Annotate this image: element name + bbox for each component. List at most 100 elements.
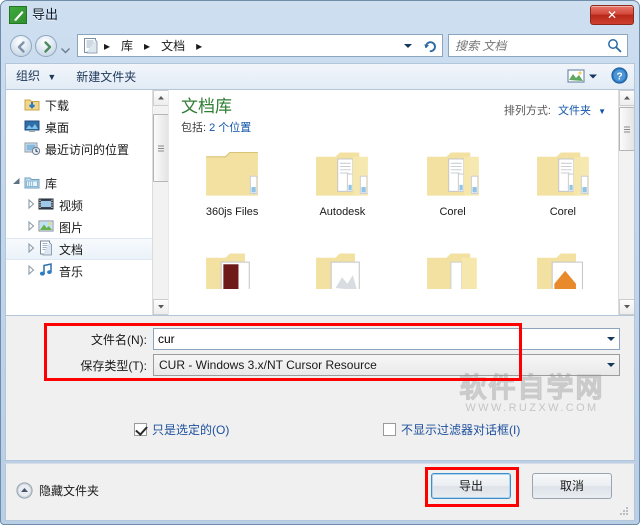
sidebar-item-label: 下载 bbox=[45, 98, 70, 113]
folder-name: Corel bbox=[549, 206, 577, 218]
filename-input[interactable] bbox=[153, 328, 602, 350]
address-bar[interactable]: ▸ 库 ▸ 文档 ▸ bbox=[77, 34, 397, 57]
tree-expander-4[interactable] bbox=[10, 175, 24, 192]
arrange-by-control: 排列方式: 文件夹 ▼ bbox=[504, 102, 606, 118]
sidebar-item-2[interactable]: 最近访问的位置 bbox=[6, 138, 168, 160]
hide-filter-dialog-checkbox[interactable] bbox=[383, 423, 396, 436]
save-form-area: 文件名(N): 保存类型(T): CUR - Windows 3.x/NT Cu… bbox=[5, 316, 635, 461]
sidebar-scroll-up-button[interactable] bbox=[153, 90, 168, 106]
folder-name: Autodesk bbox=[319, 206, 366, 218]
title-bar: 导出 ✕ bbox=[1, 1, 639, 31]
breadcrumb-item-library[interactable]: 库 bbox=[116, 37, 138, 54]
navigation-bar: ▸ 库 ▸ 文档 ▸ bbox=[1, 31, 639, 61]
folder-white-preview-icon bbox=[289, 247, 395, 289]
tree-expander-6[interactable] bbox=[24, 219, 38, 236]
document-library-icon bbox=[84, 37, 98, 53]
selected-only-checkbox-row[interactable]: 只是选定的(O) bbox=[134, 421, 229, 438]
back-arrow-icon[interactable] bbox=[10, 35, 32, 57]
sidebar-item-label: 库 bbox=[45, 176, 58, 191]
filetype-row: 保存类型(T): CUR - Windows 3.x/NT Cursor Res… bbox=[58, 354, 620, 376]
library-locations-link[interactable]: 2 个位置 bbox=[209, 122, 251, 134]
breadcrumb-separator-1: ▸ bbox=[144, 38, 151, 53]
breadcrumb-item-documents[interactable]: 文档 bbox=[156, 37, 190, 54]
hide-folders-button[interactable]: 隐藏文件夹 bbox=[16, 482, 99, 499]
folder-item-partial[interactable] bbox=[289, 247, 395, 289]
folder-item[interactable]: 360js Files bbox=[179, 146, 285, 245]
hide-filter-dialog-label: 不显示过滤器对话框(I) bbox=[401, 423, 521, 437]
filetype-select[interactable]: CUR - Windows 3.x/NT Cursor Resource bbox=[153, 354, 602, 376]
folder-item[interactable]: Corel bbox=[510, 146, 616, 245]
view-mode-icon[interactable] bbox=[567, 68, 585, 84]
library-subtitle: 包括: 2 个位置 bbox=[181, 119, 251, 135]
folder-item-partial[interactable] bbox=[400, 247, 506, 289]
resize-grip-icon[interactable] bbox=[617, 505, 629, 517]
search-input[interactable] bbox=[455, 38, 595, 53]
export-app-icon bbox=[9, 6, 27, 24]
export-dialog-window: 导出 ✕ ▸ 库 ▸ 文档 ▸ 搜索 文档 组织 ▼ 新建文件夹 ? 下载 桌面… bbox=[0, 0, 640, 525]
recent-pages-chevron-icon[interactable] bbox=[61, 42, 70, 54]
new-folder-button[interactable]: 新建文件夹 bbox=[66, 65, 146, 89]
sidebar-scroll-thumb[interactable] bbox=[153, 114, 168, 182]
hide-filter-dialog-checkbox-row[interactable]: 不显示过滤器对话框(I) bbox=[383, 421, 520, 438]
sidebar-item-label: 最近访问的位置 bbox=[45, 142, 130, 157]
cancel-button[interactable]: 取消 bbox=[532, 473, 612, 499]
sidebar-item-5[interactable]: 视频 bbox=[6, 194, 168, 216]
arrange-arrow-icon[interactable]: ▼ bbox=[598, 107, 606, 116]
file-scroll-thumb[interactable] bbox=[619, 107, 634, 151]
selected-only-checkbox[interactable] bbox=[134, 423, 147, 436]
filetype-label: 保存类型(T): bbox=[80, 358, 147, 373]
folder-grid: 360js Files Autodesk Corel Corel bbox=[179, 146, 616, 315]
sidebar-item-6[interactable]: 图片 bbox=[6, 216, 168, 238]
address-dropdown-icon[interactable] bbox=[397, 34, 419, 57]
tree-expander-7[interactable] bbox=[24, 241, 38, 258]
folder-item-partial[interactable] bbox=[510, 247, 616, 289]
filename-dropdown-icon[interactable] bbox=[602, 328, 620, 350]
library-header: 文档库 包括: 2 个位置 bbox=[181, 96, 251, 135]
sidebar-item-label: 桌面 bbox=[45, 120, 70, 135]
folder-empty-icon bbox=[179, 146, 285, 205]
search-box[interactable] bbox=[448, 34, 628, 57]
sidebar-scroll-down-button[interactable] bbox=[153, 299, 168, 315]
desktop-icon bbox=[24, 118, 45, 137]
sidebar-item-7[interactable]: 文档 bbox=[6, 238, 168, 260]
filename-label: 文件名(N): bbox=[91, 332, 147, 347]
sidebar-item-label: 视频 bbox=[59, 198, 84, 213]
close-icon[interactable]: ✕ bbox=[590, 5, 634, 25]
refresh-icon[interactable] bbox=[419, 34, 443, 57]
tree-expander-8[interactable] bbox=[24, 263, 38, 280]
arrange-value[interactable]: 文件夹 bbox=[558, 105, 591, 117]
view-dropdown-icon[interactable] bbox=[588, 71, 598, 81]
sidebar-item-0[interactable]: 下载 bbox=[6, 94, 168, 116]
folder-documents-icon bbox=[510, 146, 616, 205]
search-icon bbox=[608, 39, 622, 53]
tree-expander-5[interactable] bbox=[24, 197, 38, 214]
file-scroll-up-button[interactable] bbox=[619, 90, 634, 106]
collapse-up-icon bbox=[16, 482, 33, 499]
hide-folders-label: 隐藏文件夹 bbox=[39, 484, 100, 498]
sidebar-item-label: 文档 bbox=[59, 242, 84, 257]
folder-item[interactable]: Autodesk bbox=[289, 146, 395, 245]
folder-name: Corel bbox=[439, 206, 466, 218]
help-icon[interactable]: ? bbox=[611, 67, 628, 84]
videos-icon bbox=[38, 196, 59, 215]
export-button[interactable]: 导出 bbox=[431, 473, 511, 499]
library-subtitle-prefix: 包括: bbox=[181, 122, 207, 134]
forward-arrow-icon[interactable] bbox=[35, 35, 57, 57]
command-bar: 组织 ▼ 新建文件夹 ? bbox=[5, 63, 635, 89]
sidebar-item-4[interactable]: 库 bbox=[6, 172, 168, 194]
folder-documents-icon bbox=[289, 146, 395, 205]
sidebar-item-8[interactable]: 音乐 bbox=[6, 260, 168, 282]
sidebar-scrollbar[interactable] bbox=[152, 90, 168, 315]
folder-orange-preview-icon bbox=[510, 247, 616, 289]
file-scroll-down-button[interactable] bbox=[619, 299, 634, 315]
sidebar-item-1[interactable]: 桌面 bbox=[6, 116, 168, 138]
folder-item-partial[interactable] bbox=[179, 247, 285, 289]
file-pane-scrollbar[interactable] bbox=[618, 90, 634, 315]
organize-label: 组织 bbox=[16, 69, 41, 83]
folder-tree: 下载桌面最近访问的位置库视频图片文档音乐 bbox=[6, 90, 168, 282]
organize-button[interactable]: 组织 ▼ bbox=[6, 64, 66, 89]
library-title: 文档库 bbox=[181, 97, 232, 116]
filetype-dropdown-icon[interactable] bbox=[602, 354, 620, 376]
folder-item[interactable]: Corel bbox=[400, 146, 506, 245]
pictures-icon bbox=[38, 218, 59, 237]
